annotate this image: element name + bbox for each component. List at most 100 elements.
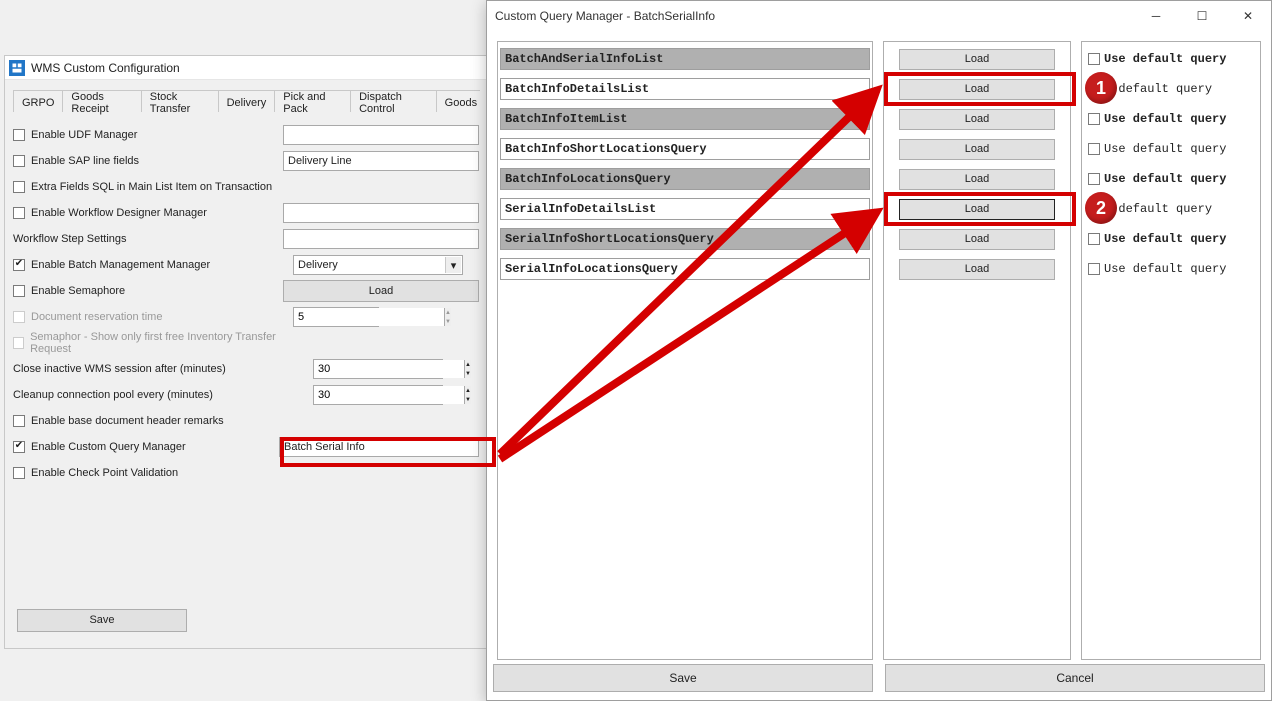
query-name-cell[interactable]: BatchInfoShortLocationsQuery — [500, 138, 870, 160]
lbl-default-query: Use default query — [1104, 142, 1226, 156]
chk-semaphor-free — [13, 337, 24, 349]
lbl-default-query: Use default query — [1104, 232, 1226, 246]
lbl-default-query: Use default query — [1104, 262, 1226, 276]
workflowstep-input[interactable] — [283, 229, 479, 249]
chk-default-query[interactable] — [1088, 173, 1100, 185]
cqm-footer: Save Cancel — [487, 660, 1271, 700]
spin-down-icon[interactable]: ▼ — [445, 317, 451, 326]
lbl-default-query: e default query — [1104, 82, 1212, 96]
default-query-column: Use default query e default query Use defa… — [1081, 41, 1261, 660]
query-name-cell[interactable]: BatchInfoDetailsList — [500, 78, 870, 100]
load-buttons-column: Load Load Load Load Load Load Load Load — [883, 41, 1071, 660]
lbl-batchmgmt: Enable Batch Management Manager — [31, 259, 210, 271]
chk-batchmgmt[interactable] — [13, 259, 25, 271]
query-names-column: BatchAndSerialInfoList BatchInfoDetailsLi… — [497, 41, 873, 660]
cqm-save-button[interactable]: Save — [493, 664, 873, 692]
load-button[interactable]: Load — [899, 199, 1055, 220]
tab-goods[interactable]: Goods — [436, 90, 480, 112]
query-name-cell[interactable]: SerialInfoLocationsQuery — [500, 258, 870, 280]
annotation-bubble-1: 1 — [1085, 72, 1117, 104]
chk-udf[interactable] — [13, 129, 25, 141]
lbl-checkpoint: Enable Check Point Validation — [31, 467, 178, 479]
config-title: WMS Custom Configuration — [31, 61, 180, 75]
lbl-cqm: Enable Custom Query Manager — [31, 441, 186, 453]
sapline-input[interactable]: Delivery Line — [283, 151, 479, 171]
load-button[interactable]: Load — [899, 259, 1055, 280]
minimize-icon[interactable]: ─ — [1133, 1, 1179, 31]
config-save-button[interactable]: Save — [17, 609, 187, 632]
tab-dispatch[interactable]: Dispatch Control — [350, 90, 437, 112]
query-name-cell: SerialInfoShortLocationsQuery — [500, 228, 870, 250]
lbl-closeinactive: Close inactive WMS session after (minute… — [13, 363, 226, 375]
maximize-icon[interactable]: ☐ — [1179, 1, 1225, 31]
load-button[interactable]: Load — [899, 109, 1055, 130]
tab-stock-transfer[interactable]: Stock Transfer — [141, 90, 219, 112]
chk-extrafields[interactable] — [13, 181, 25, 193]
spin-down-icon[interactable]: ▼ — [465, 369, 471, 378]
lbl-default-query: e default query — [1104, 202, 1212, 216]
spin-up-icon[interactable]: ▲ — [465, 386, 471, 395]
query-name-cell: BatchInfoItemList — [500, 108, 870, 130]
load-button[interactable]: Load — [899, 229, 1055, 250]
close-icon[interactable]: ✕ — [1225, 1, 1271, 31]
lbl-default-query: Use default query — [1104, 172, 1226, 186]
lbl-basedoc: Enable base document header remarks — [31, 415, 224, 427]
config-body: GRPO Goods Receipt Stock Transfer Delive… — [5, 80, 487, 494]
app-icon — [9, 60, 25, 76]
lbl-semaphore: Enable Semaphore — [31, 285, 125, 297]
chk-cqm[interactable] — [13, 441, 25, 453]
spin-up-icon[interactable]: ▲ — [465, 360, 471, 369]
tab-pick-pack[interactable]: Pick and Pack — [274, 90, 351, 112]
lbl-udf: Enable UDF Manager — [31, 129, 137, 141]
chk-default-query[interactable] — [1088, 113, 1100, 125]
chk-semaphore[interactable] — [13, 285, 25, 297]
chk-default-query[interactable] — [1088, 53, 1100, 65]
lbl-extrafields: Extra Fields SQL in Main List Item on Tr… — [31, 181, 272, 193]
chk-default-query[interactable] — [1088, 233, 1100, 245]
chk-default-query[interactable] — [1088, 143, 1100, 155]
query-name-cell: BatchInfoLocationsQuery — [500, 168, 870, 190]
lbl-default-query: Use default query — [1104, 112, 1226, 126]
chevron-down-icon: ▾ — [445, 257, 461, 273]
lbl-cleanup: Cleanup connection pool every (minutes) — [13, 389, 213, 401]
lbl-workflowmgr: Enable Workflow Designer Manager — [31, 207, 207, 219]
chk-sapline[interactable] — [13, 155, 25, 167]
cqm-cancel-button[interactable]: Cancel — [885, 664, 1265, 692]
load-button[interactable]: Load — [283, 280, 479, 302]
cqm-titlebar: Custom Query Manager - BatchSerialInfo ─… — [487, 1, 1271, 31]
workflowmgr-input[interactable] — [283, 203, 479, 223]
chk-basedoc[interactable] — [13, 415, 25, 427]
cleanup-input[interactable]: ▲▼ — [313, 385, 443, 405]
load-button[interactable]: Load — [899, 169, 1055, 190]
chk-workflowmgr[interactable] — [13, 207, 25, 219]
lbl-docres: Document reservation time — [31, 311, 162, 323]
annotation-bubble-2: 2 — [1085, 192, 1117, 224]
lbl-semaphor-free: Semaphor - Show only first free Inventor… — [30, 331, 293, 355]
chk-default-query[interactable] — [1088, 263, 1100, 275]
lbl-workflowstep: Workflow Step Settings — [13, 233, 127, 245]
lbl-sapline: Enable SAP line fields — [31, 155, 139, 167]
query-name-cell[interactable]: SerialInfoDetailsList — [500, 198, 870, 220]
cqm-window: Custom Query Manager - BatchSerialInfo ─… — [486, 0, 1272, 701]
docres-input[interactable]: ▲▼ — [293, 307, 379, 327]
tab-goods-receipt[interactable]: Goods Receipt — [62, 90, 141, 112]
chk-checkpoint[interactable] — [13, 467, 25, 479]
tab-delivery[interactable]: Delivery — [218, 90, 276, 112]
config-tabs: GRPO Goods Receipt Stock Transfer Delive… — [13, 90, 479, 112]
query-name-cell: BatchAndSerialInfoList — [500, 48, 870, 70]
spin-up-icon[interactable]: ▲ — [445, 308, 451, 317]
tab-grpo[interactable]: GRPO — [13, 90, 63, 112]
batchmgmt-combo[interactable]: Delivery▾ — [293, 255, 463, 275]
udf-input[interactable] — [283, 125, 479, 145]
load-button[interactable]: Load — [899, 49, 1055, 70]
load-button[interactable]: Load — [899, 79, 1055, 100]
closeinactive-input[interactable]: ▲▼ — [313, 359, 443, 379]
cqm-input[interactable]: Batch Serial Info — [279, 437, 479, 457]
chk-docres — [13, 311, 25, 323]
config-titlebar: WMS Custom Configuration — [5, 56, 487, 80]
load-button[interactable]: Load — [899, 139, 1055, 160]
cqm-body: BatchAndSerialInfoList BatchInfoDetailsLi… — [487, 31, 1271, 660]
cqm-title: Custom Query Manager - BatchSerialInfo — [495, 9, 715, 23]
spin-down-icon[interactable]: ▼ — [465, 395, 471, 404]
lbl-default-query: Use default query — [1104, 52, 1226, 66]
